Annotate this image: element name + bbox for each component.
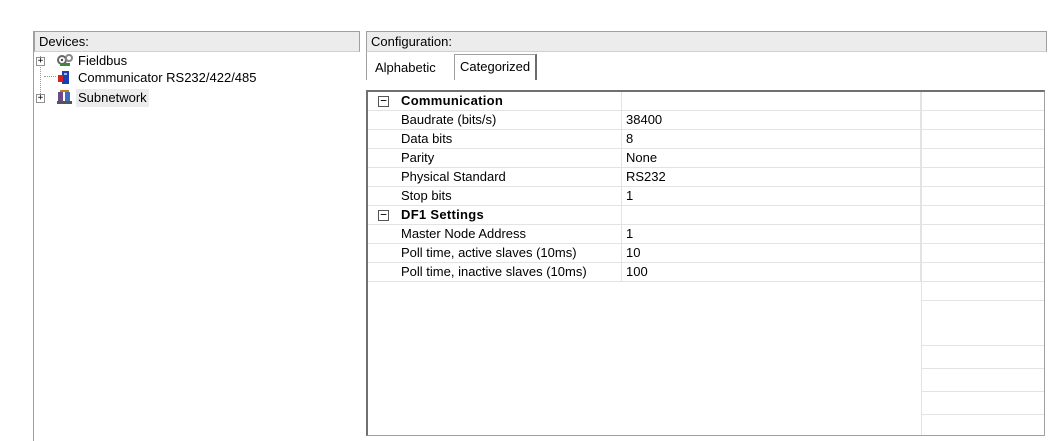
property-row[interactable]: Poll time, inactive slaves (10ms) 100 [368,263,1044,282]
device-tree: + Fieldbus Communicator RS232/422/485 + … [34,52,360,107]
communicator-icon [56,70,74,86]
property-value[interactable]: 100 [622,263,921,282]
property-value[interactable]: 38400 [622,111,921,130]
category-value [622,206,921,225]
devices-header: Devices: [34,31,360,52]
view-tabs: Alphabetic Categorized [366,52,1047,80]
property-value[interactable]: 1 [622,187,921,206]
fieldbus-icon [56,52,74,68]
collapse-icon[interactable]: − [378,95,389,107]
property-value[interactable]: 8 [622,130,921,149]
property-row[interactable]: Stop bits 1 [368,187,1044,206]
property-value[interactable]: None [622,149,921,168]
tree-item-label: Subnetwork [76,89,149,107]
property-row[interactable]: Poll time, active slaves (10ms) 10 [368,244,1044,263]
property-name: Poll time, active slaves (10ms) [399,244,622,263]
tab-categorized[interactable]: Categorized [454,54,538,80]
property-value[interactable]: 1 [622,225,921,244]
collapse-icon[interactable]: − [378,209,389,221]
configuration-pane: Configuration: Alphabetic Categorized − … [366,31,1047,441]
property-row[interactable]: Parity None [368,149,1044,168]
property-value[interactable]: RS232 [622,168,921,187]
category-label: DF1 Settings [399,206,622,225]
property-row[interactable]: Physical Standard RS232 [368,168,1044,187]
expand-icon[interactable]: + [36,94,45,103]
property-name: Parity [399,149,622,168]
tree-item-subnetwork[interactable]: + Subnetwork [34,89,354,108]
property-row[interactable]: Master Node Address 1 [368,225,1044,244]
tree-item-label: Communicator RS232/422/485 [78,70,257,85]
category-row-communication[interactable]: − Communication [368,92,1044,111]
category-value [622,92,921,111]
devices-pane: Devices: + Fieldbus Communicator RS232/4… [33,31,360,441]
property-row[interactable]: Baudrate (bits/s) 38400 [368,111,1044,130]
property-value[interactable]: 10 [622,244,921,263]
category-label: Communication [399,92,622,111]
property-name: Baudrate (bits/s) [399,111,622,130]
property-row[interactable]: Data bits 8 [368,130,1044,149]
property-name: Data bits [399,130,622,149]
property-grid: − Communication Baudrate (bits/s) 38400 … [366,90,1045,436]
property-name: Physical Standard [399,168,622,187]
property-name: Master Node Address [399,225,622,244]
category-row-df1-settings[interactable]: − DF1 Settings [368,206,1044,225]
tab-alphabetic[interactable]: Alphabetic [371,57,440,79]
tree-item-label: Fieldbus [78,53,128,68]
property-name: Poll time, inactive slaves (10ms) [399,263,622,282]
property-name: Stop bits [399,187,622,206]
expand-icon[interactable]: + [36,57,45,66]
configuration-header: Configuration: [366,31,1047,52]
subnetwork-icon [56,89,74,105]
tree-item-communicator[interactable]: Communicator RS232/422/485 [34,69,354,88]
